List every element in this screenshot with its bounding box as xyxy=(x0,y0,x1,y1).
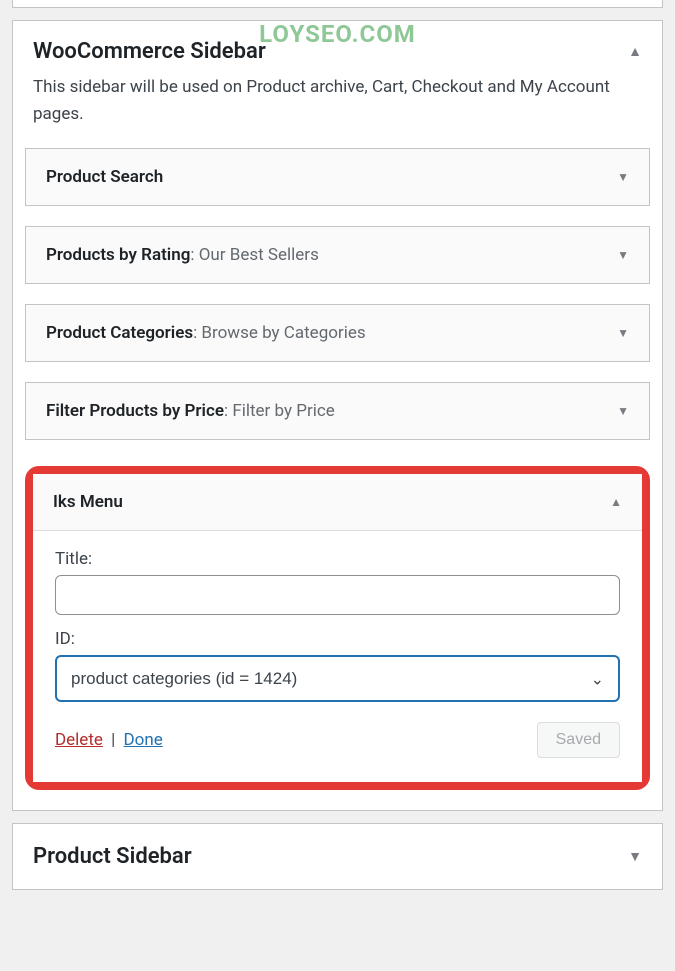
footer-links: Delete | Done xyxy=(55,730,163,750)
id-label: ID: xyxy=(55,629,620,649)
saved-button: Saved xyxy=(537,722,620,758)
widget-name-text: Filter Products by Price xyxy=(46,401,224,421)
woocommerce-sidebar-panel: WooCommerce Sidebar ▲ This sidebar will … xyxy=(12,20,663,811)
widget-product-search[interactable]: Product Search ▼ xyxy=(25,148,650,206)
widget-subtitle: : Filter by Price xyxy=(224,401,335,421)
widget-products-by-rating[interactable]: Products by Rating: Our Best Sellers ▼ xyxy=(25,226,650,284)
widget-subtitle: : Browse by Categories xyxy=(193,323,366,343)
widget-list: Product Search ▼ Products by Rating: Our… xyxy=(13,148,662,466)
title-label: Title: xyxy=(55,549,620,569)
widget-subtitle: : Our Best Sellers xyxy=(190,245,318,265)
product-sidebar-toggle[interactable]: Product Sidebar ▼ xyxy=(13,824,662,889)
triangle-up-icon: ▲ xyxy=(610,495,622,509)
id-select[interactable]: product categories (id = 1424) xyxy=(55,655,620,702)
id-select-wrapper: product categories (id = 1424) ⌄ xyxy=(55,655,620,702)
widget-name-text: Product Categories xyxy=(46,323,193,343)
triangle-up-icon: ▲ xyxy=(628,43,642,60)
triangle-down-icon: ▼ xyxy=(617,170,629,184)
widget-iks-menu-highlighted: Iks Menu ▲ Title: ID: product categories… xyxy=(25,466,650,790)
iks-menu-header[interactable]: Iks Menu ▲ xyxy=(33,474,642,531)
widget-title: Product Categories: Browse by Categories xyxy=(46,323,366,343)
triangle-down-icon: ▼ xyxy=(617,326,629,340)
triangle-down-icon: ▼ xyxy=(617,248,629,262)
panel-title: Product Sidebar xyxy=(33,844,192,869)
woocommerce-sidebar-toggle[interactable]: WooCommerce Sidebar ▲ xyxy=(13,21,662,74)
widget-name-text: Products by Rating xyxy=(46,245,190,265)
previous-panel-edge xyxy=(12,0,663,8)
widget-title: Product Search xyxy=(46,167,163,187)
done-link[interactable]: Done xyxy=(124,730,163,750)
iks-menu-body: Title: ID: product categories (id = 1424… xyxy=(33,531,642,782)
widget-title: Filter Products by Price: Filter by Pric… xyxy=(46,401,335,421)
delete-link[interactable]: Delete xyxy=(55,730,103,750)
widget-title: Iks Menu xyxy=(53,492,123,512)
separator: | xyxy=(111,730,115,750)
widget-footer: Delete | Done Saved xyxy=(55,722,620,758)
widget-product-categories[interactable]: Product Categories: Browse by Categories… xyxy=(25,304,650,362)
title-input[interactable] xyxy=(55,575,620,615)
widget-title: Products by Rating: Our Best Sellers xyxy=(46,245,319,265)
triangle-down-icon: ▼ xyxy=(628,848,642,865)
panel-title: WooCommerce Sidebar xyxy=(33,39,266,64)
triangle-down-icon: ▼ xyxy=(617,404,629,418)
panel-description: This sidebar will be used on Product arc… xyxy=(13,74,662,148)
product-sidebar-panel: Product Sidebar ▼ xyxy=(12,823,663,890)
widget-filter-products-by-price[interactable]: Filter Products by Price: Filter by Pric… xyxy=(25,382,650,440)
